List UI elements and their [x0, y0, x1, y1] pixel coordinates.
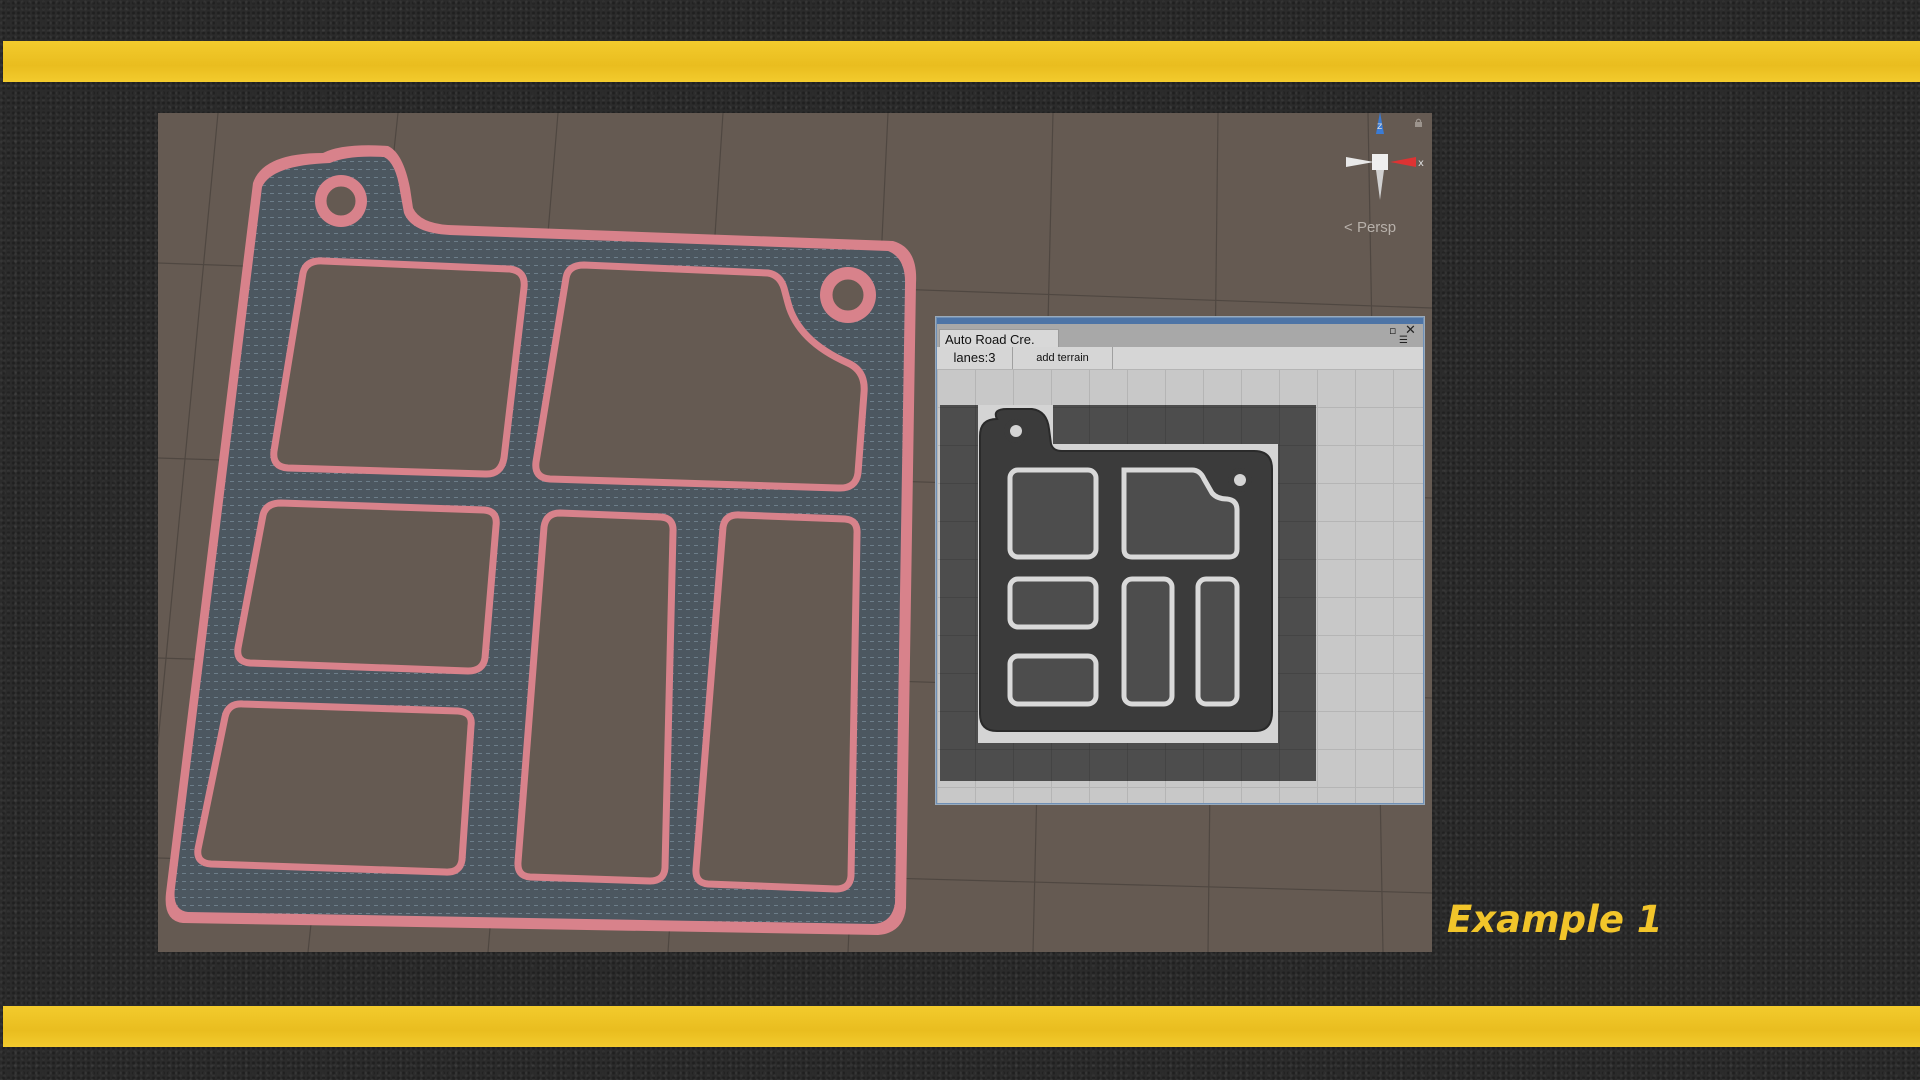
road-layout-preview — [940, 405, 1316, 781]
x-axis-cone — [1390, 157, 1416, 167]
bottom-road-stripe — [3, 1006, 1920, 1047]
z-axis-label: z — [1377, 121, 1382, 132]
back-chevron-icon: < — [1344, 219, 1353, 236]
projection-label[interactable]: < Persp — [1344, 219, 1396, 236]
x-axis-label: x — [1418, 158, 1424, 169]
neg-z-axis-cone — [1376, 170, 1384, 200]
add-terrain-button[interactable]: add terrain — [1013, 347, 1113, 369]
auto-road-creator-window[interactable]: Auto Road Cre. ▫ ✕ ☰ lanes:3 add terrain — [936, 317, 1424, 804]
maximize-icon[interactable]: ▫ — [1389, 324, 1396, 337]
top-road-stripe — [3, 41, 1920, 82]
example-caption: Example 1 — [1447, 898, 1663, 941]
menu-icon[interactable]: ☰ — [1399, 335, 1408, 346]
preview-blocks — [1007, 467, 1240, 707]
window-tabstrip: Auto Road Cre. ▫ ✕ ☰ — [937, 323, 1423, 349]
lock-icon[interactable] — [1414, 118, 1423, 127]
neg-x-axis-cone — [1346, 157, 1374, 167]
persp-text: Persp — [1356, 219, 1397, 236]
window-toolbar: lanes:3 add terrain — [937, 347, 1423, 370]
gizmo-center-cube — [1372, 154, 1388, 170]
window-tab[interactable]: Auto Road Cre. — [939, 329, 1059, 349]
road-editor-canvas[interactable] — [937, 369, 1423, 803]
lanes-field[interactable]: lanes:3 — [937, 347, 1013, 369]
